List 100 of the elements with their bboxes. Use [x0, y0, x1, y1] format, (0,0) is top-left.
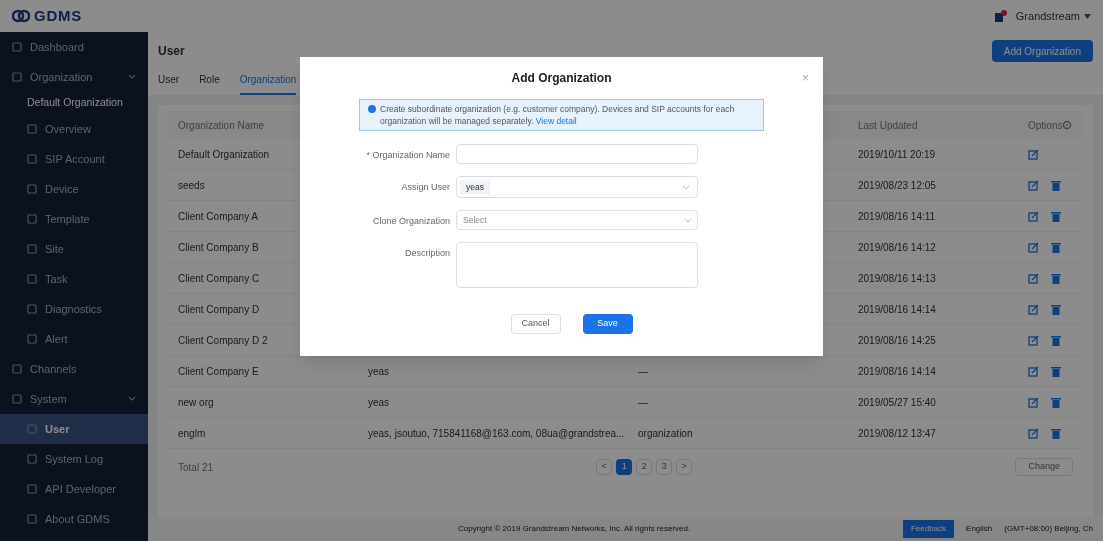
sidebar-item[interactable]: Alert [0, 324, 148, 354]
sidebar-item[interactable]: SIP Account [0, 144, 148, 174]
table-cell-text: 2019/08/12 13:47 [858, 426, 937, 441]
user-avatar-icon [993, 9, 1008, 23]
page-button[interactable]: 3 [656, 459, 673, 475]
table-cell-text: Client Company B [178, 240, 260, 255]
text-field[interactable] [456, 144, 698, 164]
trash-icon[interactable] [1051, 365, 1061, 377]
edit-icon[interactable] [1028, 272, 1039, 284]
sidebar-item[interactable]: User [0, 414, 148, 444]
edit-icon[interactable] [1028, 396, 1039, 408]
table-cell-text: englm [178, 426, 207, 441]
view-detail-link[interactable]: View detail [535, 116, 577, 126]
sidebar-item[interactable]: Diagnostics [0, 294, 148, 324]
menu-item-icon [27, 274, 37, 284]
edit-icon[interactable] [1028, 210, 1039, 222]
table-cell-text: 2019/08/16 14:12 [858, 240, 937, 255]
caret-down-icon [1084, 13, 1091, 19]
table-cell-text: Client Company D [178, 302, 261, 317]
cancel-button[interactable]: Cancel [510, 314, 561, 334]
save-button[interactable]: Save [582, 314, 633, 334]
table-cell-text: 2019/08/16 14:14 [858, 364, 937, 379]
trash-icon[interactable] [1051, 334, 1061, 346]
menu-item-icon [12, 364, 22, 374]
table-cell-text: organization [637, 426, 694, 441]
description-field[interactable] [456, 242, 698, 288]
sidebar-group-label: Default Organization [26, 95, 124, 111]
menu-item-icon [12, 72, 22, 82]
edit-icon[interactable] [1028, 303, 1039, 315]
field-label: Clone Organization [371, 215, 451, 228]
timezone-text: (GMT+08:00) Beijing, Ch [1004, 523, 1093, 535]
page-button[interactable]: 2 [636, 459, 653, 475]
sidebar-item[interactable]: Channels [0, 354, 148, 384]
sidebar-item[interactable]: Task [0, 264, 148, 294]
sidebar-item[interactable]: Site [0, 234, 148, 264]
tab[interactable]: User [158, 68, 180, 95]
menu-item-icon [27, 514, 37, 524]
user-select-field[interactable]: yeas [456, 176, 698, 198]
table-cell-text: 2019/08/16 14:11 [858, 209, 937, 224]
table-cell-text: yeas [368, 364, 391, 379]
organization-select[interactable]: Select [456, 210, 698, 230]
column-header: Organization Name [178, 118, 266, 133]
trash-icon[interactable] [1051, 303, 1061, 315]
page-button[interactable]: 1 [616, 459, 633, 475]
edit-icon[interactable] [1028, 241, 1039, 253]
sidebar-item[interactable]: Organization [0, 62, 148, 92]
add-organization-button[interactable]: Add Organization [991, 40, 1093, 62]
column-header: Last Updated [858, 118, 919, 133]
sidebar-item[interactable]: Template [0, 204, 148, 234]
trash-icon[interactable] [1051, 427, 1061, 439]
change-button[interactable]: Change [1015, 458, 1073, 476]
trash-icon[interactable] [1051, 272, 1061, 284]
table-cell-text: — [637, 364, 649, 379]
trash-icon[interactable] [1051, 241, 1061, 253]
table-cell-text: yeas [368, 395, 391, 410]
user-menu[interactable]: Grandstream [1015, 7, 1080, 25]
menu-item-icon [12, 42, 22, 52]
page-button[interactable]: > [676, 459, 693, 475]
menu-item-icon [27, 214, 37, 224]
language-selector[interactable]: English [966, 523, 993, 535]
trash-icon[interactable] [1051, 179, 1061, 191]
sidebar-item[interactable]: API Developer [0, 474, 148, 504]
edit-icon[interactable] [1028, 179, 1039, 191]
page-button[interactable]: < [596, 459, 613, 475]
sidebar-item[interactable]: About GDMS [0, 504, 148, 534]
sidebar-item[interactable]: Device [0, 174, 148, 204]
table-cell-text: 2019/05/27 15:40 [858, 395, 937, 410]
sidebar-item[interactable]: Dashboard [0, 32, 148, 62]
sidebar-item[interactable]: System Log [0, 444, 148, 474]
tab[interactable]: Organization [239, 68, 297, 95]
menu-item-icon [27, 124, 37, 134]
edit-icon[interactable] [1028, 365, 1039, 377]
tab[interactable]: Role [199, 68, 220, 95]
field-label: * Organization Name [365, 149, 451, 162]
table-cell-text: Client Company A [178, 209, 260, 224]
settings-icon [1062, 120, 1073, 130]
column-header: Options [1028, 118, 1063, 133]
table-cell-text: new org [178, 395, 215, 410]
table-cell-text: Client Company D 2 [178, 333, 269, 348]
feedback-button[interactable]: Feedback [902, 520, 955, 538]
table-cell-text: 2019/10/11 20:19 [858, 147, 937, 162]
table-cell-text: Client Company E [178, 364, 260, 379]
chevron-down-icon [682, 184, 690, 190]
sidebar-item[interactable]: System [0, 384, 148, 414]
edit-icon[interactable] [1028, 334, 1039, 346]
user-tag: yeas [460, 179, 490, 195]
chevron-down-icon [684, 217, 692, 223]
logo-icon [12, 9, 30, 23]
menu-item-icon [27, 454, 37, 464]
menu-item-icon [27, 304, 37, 314]
copyright-text: Copyright © 2019 Grandstream Networks, Inc. All rights reserved. [458, 523, 691, 535]
table-cell-text: yeas, jsoutuo, 715841168@163.com, 08ua@grandstrea... [368, 426, 626, 441]
close-button[interactable]: × [802, 69, 809, 87]
edit-icon[interactable] [1028, 427, 1039, 439]
total-count: Total 21 [178, 460, 214, 475]
trash-icon[interactable] [1051, 210, 1061, 222]
edit-icon[interactable] [1028, 148, 1039, 160]
trash-icon[interactable] [1051, 396, 1061, 408]
sidebar-item[interactable]: Overview [0, 114, 148, 144]
table-cell-text: Default Organization [178, 147, 271, 162]
